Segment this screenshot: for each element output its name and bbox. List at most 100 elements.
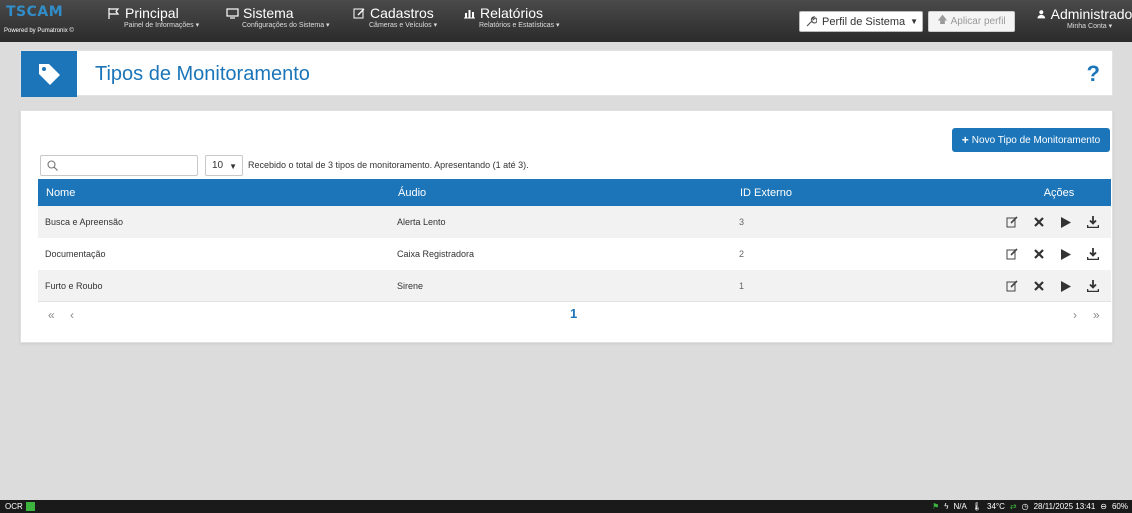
page-title: Tipos de Monitoramento <box>95 63 310 85</box>
menu-sistema[interactable]: Sistema Configurações do Sistema ▾ <box>226 5 330 39</box>
menu-cadastros-subtitle: Câmeras e Veículos ▾ <box>369 22 438 29</box>
cell-nome: Furto e Roubo <box>45 281 103 291</box>
cell-id-externo: 3 <box>739 217 745 227</box>
edit-icon[interactable] <box>1006 280 1019 293</box>
cell-audio: Caixa Registradora <box>397 249 475 259</box>
page-size-value: 10 <box>212 160 224 171</box>
clock-icon: ◷ <box>1021 502 1029 511</box>
cell-audio: Alerta Lento <box>397 217 446 227</box>
menu-cadastros-title: Cadastros <box>370 5 434 21</box>
bar-chart-icon <box>464 9 475 18</box>
flag-icon <box>108 7 120 19</box>
account-subtitle: Minha Conta ▾ <box>1067 23 1113 30</box>
menu-sistema-subtitle: Configurações do Sistema ▾ <box>242 22 330 29</box>
table-header-row: Nome Áudio ID Externo Ações <box>38 179 1111 206</box>
network-icon: ⚑ <box>932 502 940 511</box>
download-icon[interactable] <box>1086 248 1099 261</box>
logo[interactable]: TSCAM Powered by Pumatronix © <box>4 3 96 39</box>
new-monitoring-type-button[interactable]: + Novo Tipo de Monitoramento <box>952 128 1110 152</box>
play-icon[interactable] <box>1060 280 1073 293</box>
cell-acoes <box>999 238 1111 270</box>
menu-principal[interactable]: Principal Painel de Informações ▾ <box>108 5 199 39</box>
delete-icon[interactable] <box>1033 280 1046 293</box>
pagination: « ‹ 1 › » <box>38 301 1111 328</box>
page-header: Tipos de Monitoramento ? <box>20 50 1113 97</box>
current-page[interactable]: 1 <box>570 306 577 321</box>
table-row[interactable]: Busca e Apreensão Alerta Lento 3 <box>38 206 1111 238</box>
temperature-value: 34°C <box>987 502 1005 511</box>
chevron-down-icon: ▼ <box>910 17 918 26</box>
top-navbar: TSCAM Powered by Pumatronix © Principal … <box>0 0 1132 42</box>
delete-icon[interactable] <box>1033 216 1046 229</box>
search-icon <box>47 160 58 171</box>
cell-nome: Documentação <box>45 249 106 259</box>
cell-id-externo: 2 <box>739 249 745 259</box>
content-panel: + Novo Tipo de Monitoramento 10 ▼ Recebi… <box>20 110 1113 343</box>
new-monitoring-type-label: Novo Tipo de Monitoramento <box>971 134 1101 146</box>
menu-relatorios-subtitle: Relatórios e Estatísticas ▾ <box>479 22 560 29</box>
power-value: N/A <box>953 502 967 511</box>
next-page-button[interactable]: › <box>1073 308 1077 322</box>
cell-nome: Busca e Apreensão <box>45 217 124 227</box>
power-icon: ϟ <box>944 502 949 511</box>
table-row[interactable]: Documentação Caixa Registradora 2 <box>38 238 1111 270</box>
sync-icon: ⇄ <box>1009 502 1017 511</box>
system-status: ⚑ ϟ N/A 🌡 34°C ⇄ ◷ 28/11/2025 13:41 ⊖ 60… <box>932 502 1128 511</box>
page-size-select[interactable]: 10 ▼ <box>205 155 243 176</box>
results-summary: Recebido o total de 3 tipos de monitoram… <box>248 160 529 170</box>
last-page-button[interactable]: » <box>1093 308 1100 322</box>
apply-profile-label: Aplicar perfil <box>950 16 1006 27</box>
tag-icon <box>39 64 60 85</box>
monitor-icon <box>226 7 239 19</box>
powered-by-text: Powered by Pumatronix © <box>4 28 74 34</box>
column-header-acoes: Ações <box>1043 186 1075 199</box>
download-icon[interactable] <box>1086 216 1099 229</box>
apply-profile-button[interactable]: 🡅 Aplicar perfil <box>928 11 1015 32</box>
monitoring-types-table: Nome Áudio ID Externo Ações Busca e Apre… <box>38 179 1111 302</box>
search-input[interactable] <box>65 158 193 173</box>
menu-relatorios[interactable]: Relatórios Relatórios e Estatísticas ▾ <box>463 5 560 39</box>
column-header-audio[interactable]: Áudio <box>390 179 732 206</box>
column-header-nome[interactable]: Nome <box>38 179 390 206</box>
datetime-value: 28/11/2025 13:41 <box>1033 502 1096 511</box>
menu-relatorios-title: Relatórios <box>480 5 544 21</box>
cell-id-externo: 1 <box>739 281 745 291</box>
table-row[interactable]: Furto e Roubo Sirene 1 <box>38 270 1111 302</box>
disk-icon: ⊖ <box>1100 502 1107 511</box>
arrow-up-icon: 🡅 <box>937 15 948 26</box>
column-header-id-externo[interactable]: ID Externo <box>732 179 999 206</box>
help-icon[interactable]: ? <box>1087 61 1100 87</box>
cell-acoes <box>999 206 1111 238</box>
edit-icon[interactable] <box>1006 216 1019 229</box>
menu-principal-title: Principal <box>125 5 179 21</box>
menu-principal-subtitle: Painel de Informações ▾ <box>124 22 200 29</box>
plus-icon: + <box>961 133 969 147</box>
logo-text: TSCAM <box>6 4 64 20</box>
edit-icon[interactable] <box>1006 248 1019 261</box>
account-title: Administrador <box>1050 6 1132 22</box>
search-box[interactable] <box>40 155 198 176</box>
download-icon[interactable] <box>1086 280 1099 293</box>
check-icon <box>25 502 35 511</box>
account-menu[interactable]: Administrador Minha Conta ▾ <box>1037 6 1132 40</box>
thermometer-icon: 🌡 <box>971 502 983 511</box>
disk-value: 60% <box>1111 502 1128 511</box>
profile-select[interactable]: Perfil de Sistema ▼ <box>799 11 923 32</box>
menu-sistema-title: Sistema <box>243 5 294 21</box>
cell-audio: Sirene <box>397 281 424 291</box>
play-icon[interactable] <box>1060 248 1073 261</box>
play-icon[interactable] <box>1060 216 1073 229</box>
first-page-button[interactable]: « <box>48 308 55 322</box>
prev-page-button[interactable]: ‹ <box>70 308 74 322</box>
status-bar: OCR ⚑ ϟ N/A 🌡 34°C ⇄ ◷ 28/11/2025 13:41 … <box>0 500 1132 513</box>
menu-cadastros[interactable]: Cadastros Câmeras e Veículos ▾ <box>353 5 437 39</box>
user-icon <box>1037 10 1046 19</box>
delete-icon[interactable] <box>1033 248 1046 261</box>
edit-icon <box>353 8 365 18</box>
ocr-label: OCR <box>5 502 23 511</box>
cell-acoes <box>999 270 1111 302</box>
wrench-icon <box>806 16 817 27</box>
ocr-status: OCR <box>5 502 35 511</box>
tag-icon-box <box>21 51 77 97</box>
chevron-down-icon: ▼ <box>229 162 237 171</box>
